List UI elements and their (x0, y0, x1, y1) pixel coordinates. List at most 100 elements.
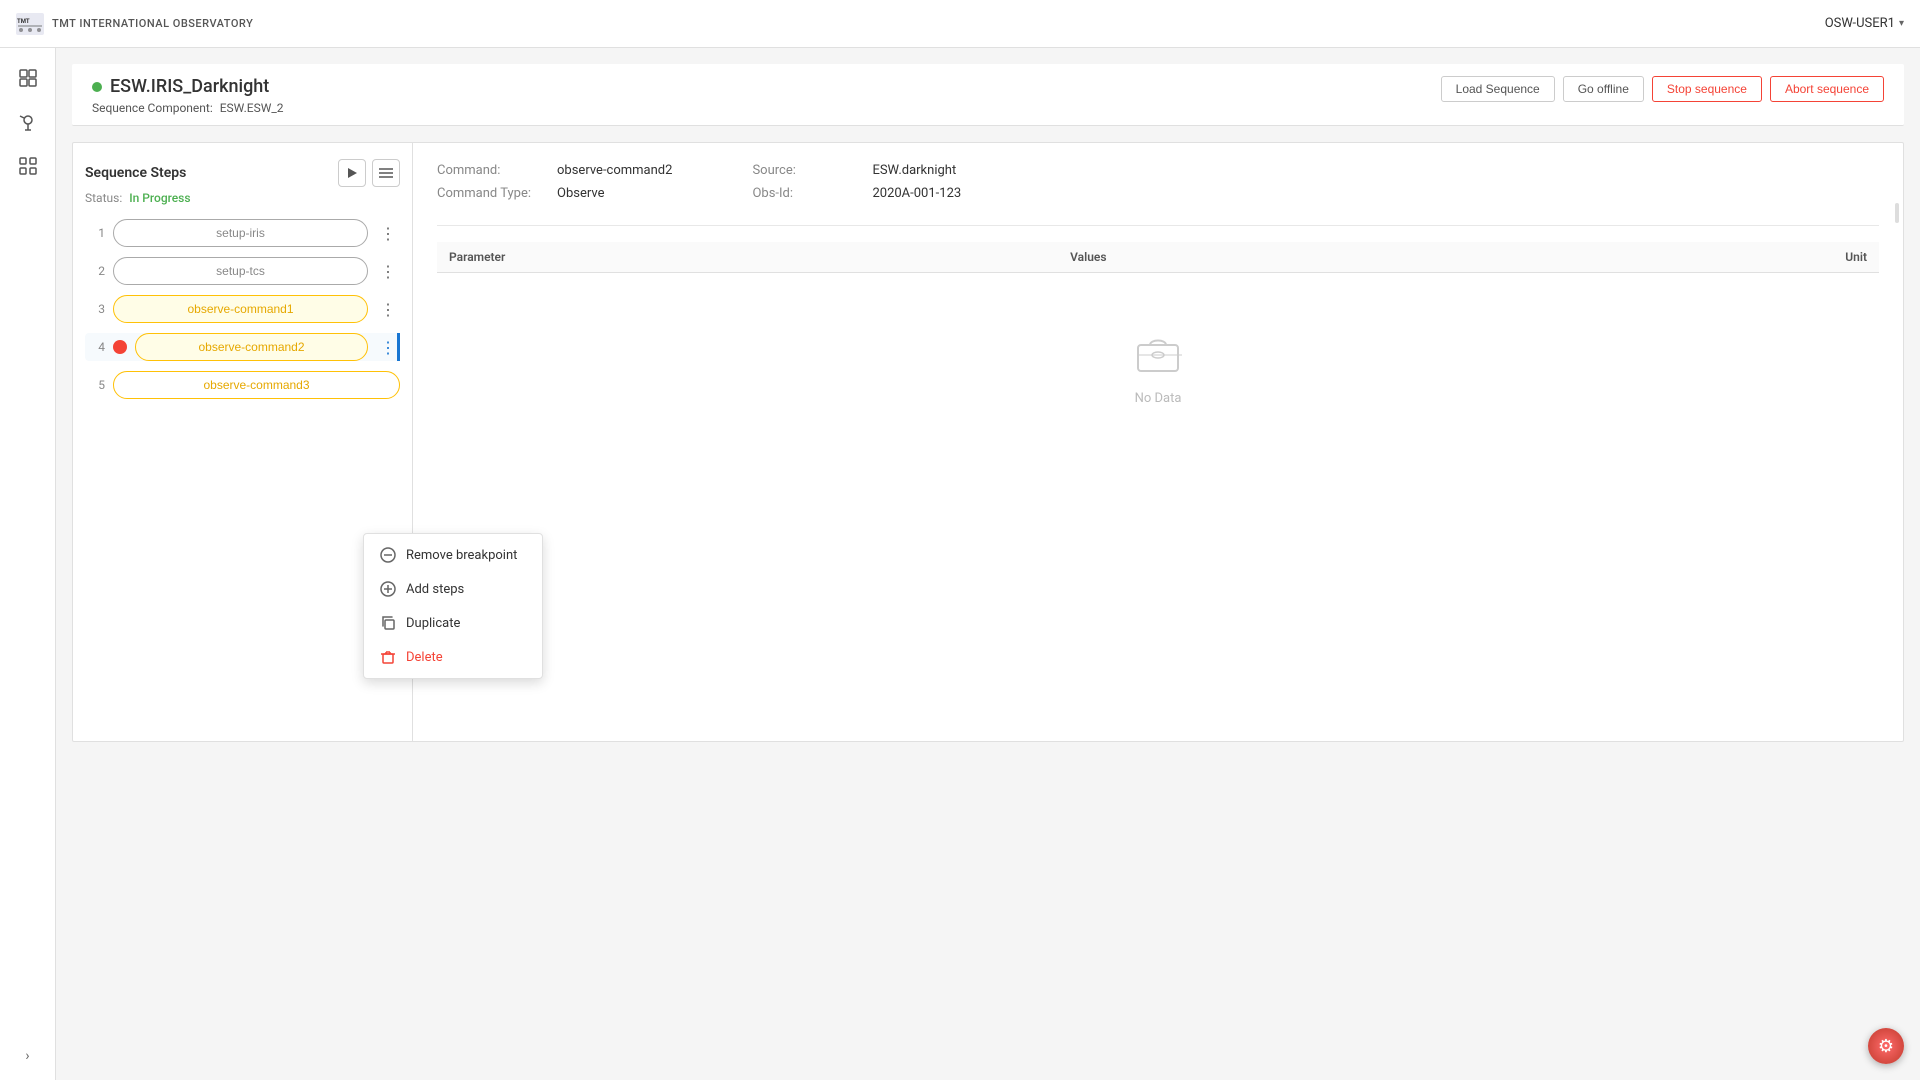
detail-panel: Command: observe-command2 Command Type: … (413, 143, 1903, 741)
top-header: TMT TMT INTERNATIONAL OBSERVATORY OSW-US… (0, 0, 1920, 48)
abort-sequence-button[interactable]: Abort sequence (1770, 76, 1884, 102)
ctx-add-steps-label: Add steps (406, 582, 464, 597)
detail-left: Command: observe-command2 Command Type: … (437, 163, 672, 209)
go-offline-button[interactable]: Go offline (1563, 76, 1644, 102)
step-item: 3 observe-command1 ⋮ (85, 295, 400, 323)
source-label: Source: (752, 163, 872, 178)
detail-divider (437, 225, 1879, 226)
trash-icon (380, 649, 396, 665)
step-item: 1 setup-iris ⋮ (85, 219, 400, 247)
duplicate-icon (380, 615, 396, 631)
status-label: Status: (85, 191, 122, 205)
detail-scrollbar[interactable] (1893, 203, 1899, 731)
add-steps-icon (380, 581, 396, 597)
detail-scrollbar-thumb (1895, 203, 1899, 223)
ctx-delete[interactable]: Delete (364, 640, 542, 674)
no-data-icon (1134, 333, 1182, 383)
logo-text: TMT INTERNATIONAL OBSERVATORY (52, 17, 253, 30)
command-type-label: Command Type: (437, 186, 557, 201)
col-unit: Unit (1525, 242, 1879, 273)
svg-text:TMT: TMT (17, 18, 30, 25)
list-icon (379, 167, 393, 179)
copy-icon (380, 615, 396, 631)
command-row: Command: observe-command2 (437, 163, 672, 178)
step-more-button[interactable]: ⋮ (376, 221, 400, 245)
sequence-area: Sequence Steps (72, 142, 1904, 742)
sequence-info: ESW.IRIS_Darknight Sequence Component: E… (92, 76, 284, 115)
plus-circle-icon (380, 581, 396, 597)
breakpoint-indicator (113, 340, 127, 354)
step-number: 5 (85, 378, 105, 392)
parameter-table: Parameter Values Unit (437, 242, 1879, 466)
telescope-icon (18, 112, 38, 132)
steps-title: Sequence Steps (85, 165, 186, 181)
play-button[interactable] (338, 159, 366, 187)
step-button[interactable]: observe-command1 (113, 295, 368, 323)
gear-icon: ⚙ (1878, 1036, 1894, 1057)
play-icon (346, 167, 358, 179)
delete-icon (380, 649, 396, 665)
ctx-duplicate-label: Duplicate (406, 616, 460, 631)
col-parameter: Parameter (437, 242, 1058, 273)
table-body: No Data (437, 273, 1879, 467)
context-menu: Remove breakpoint Add steps (363, 533, 543, 679)
minus-circle-icon (380, 547, 396, 563)
user-chevron-icon: ▾ (1899, 18, 1904, 29)
step-item: 5 observe-command3 (85, 371, 400, 399)
no-data-text: No Data (1135, 391, 1182, 406)
step-button[interactable]: setup-iris (113, 219, 368, 247)
username-label: OSW-USER1 (1825, 16, 1895, 31)
empty-row: No Data (437, 273, 1879, 467)
sequence-name: ESW.IRIS_Darknight (110, 76, 269, 97)
status-value: In Progress (129, 191, 190, 205)
logo-area: TMT TMT INTERNATIONAL OBSERVATORY (16, 13, 253, 35)
load-sequence-button[interactable]: Load Sequence (1441, 76, 1555, 102)
step-item: 2 setup-tcs ⋮ (85, 257, 400, 285)
sidebar-item-apps[interactable] (10, 148, 46, 184)
tmt-logo-icon: TMT (16, 13, 44, 35)
command-label: Command: (437, 163, 557, 178)
source-row: Source: ESW.darknight (752, 163, 961, 178)
remove-breakpoint-icon (380, 547, 396, 563)
main-content: ESW.IRIS_Darknight Sequence Component: E… (56, 48, 1920, 1080)
table-header: Parameter Values Unit (437, 242, 1879, 273)
grid-icon (18, 68, 38, 88)
no-data-area: No Data (437, 273, 1879, 466)
step-button[interactable]: setup-tcs (113, 257, 368, 285)
source-value: ESW.darknight (872, 163, 956, 178)
status-dot (92, 82, 102, 92)
step-item-active: 4 observe-command2 ⋮ (85, 333, 400, 361)
step-more-button[interactable]: ⋮ (376, 297, 400, 321)
steps-panel: Sequence Steps (73, 143, 413, 741)
list-button[interactable] (372, 159, 400, 187)
step-button[interactable]: observe-command3 (113, 371, 400, 399)
step-more-button[interactable]: ⋮ (376, 259, 400, 283)
user-menu[interactable]: OSW-USER1 ▾ (1825, 16, 1904, 31)
ctx-remove-breakpoint[interactable]: Remove breakpoint (364, 538, 542, 572)
step-number: 1 (85, 226, 105, 240)
obs-id-label: Obs-Id: (752, 186, 872, 201)
sidebar-item-grid[interactable] (10, 60, 46, 96)
obs-id-row: Obs-Id: 2020A-001-123 (752, 186, 961, 201)
command-value: observe-command2 (557, 163, 672, 178)
sequence-title: ESW.IRIS_Darknight (92, 76, 284, 97)
empty-cell: No Data (437, 273, 1879, 467)
stop-sequence-button[interactable]: Stop sequence (1652, 76, 1762, 102)
settings-gear-button[interactable]: ⚙ (1868, 1028, 1904, 1064)
steps-header: Sequence Steps (85, 159, 400, 187)
left-sidebar: › (0, 48, 56, 1080)
active-bar (397, 333, 400, 361)
step-button[interactable]: observe-command2 (135, 333, 368, 361)
sequence-actions: Load Sequence Go offline Stop sequence A… (1441, 76, 1884, 102)
sidebar-expand-button[interactable]: › (0, 1048, 55, 1064)
apps-icon (18, 156, 38, 176)
detail-right: Source: ESW.darknight Obs-Id: 2020A-001-… (752, 163, 961, 209)
command-type-value: Observe (557, 186, 604, 201)
ctx-add-steps[interactable]: Add steps (364, 572, 542, 606)
ctx-duplicate[interactable]: Duplicate (364, 606, 542, 640)
steps-controls (338, 159, 400, 187)
sidebar-item-telescope[interactable] (10, 104, 46, 140)
sequence-component: Sequence Component: ESW.ESW_2 (92, 101, 284, 115)
component-value: ESW.ESW_2 (220, 101, 284, 115)
ctx-remove-breakpoint-label: Remove breakpoint (406, 548, 517, 563)
